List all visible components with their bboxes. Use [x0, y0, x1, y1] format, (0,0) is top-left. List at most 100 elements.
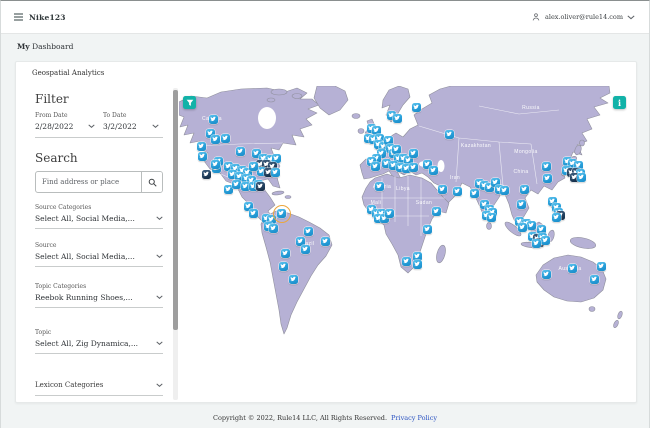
from-date-label: From Date	[35, 112, 68, 119]
topic-categories-select[interactable]: Topic Categories Reebok Running Shoes,..…	[35, 283, 163, 308]
twitter-bird-icon	[270, 225, 276, 231]
map-info-button[interactable]: i	[613, 96, 626, 109]
map-marker[interactable]	[422, 224, 432, 234]
map-marker[interactable]	[255, 181, 265, 191]
map-marker[interactable]	[499, 185, 509, 195]
map-marker[interactable]	[208, 114, 218, 124]
user-menu[interactable]: alex.oliver@rule14.com	[531, 1, 635, 33]
chevron-down-icon	[156, 254, 163, 259]
map-marker[interactable]	[540, 235, 550, 245]
twitter-bird-icon	[553, 214, 559, 220]
map-marker[interactable]	[469, 188, 479, 198]
map-marker[interactable]	[278, 261, 288, 271]
topic-value: Select All, Zig Dynamica,...	[35, 339, 139, 348]
from-date-select[interactable]: From Date 2/28/2022	[35, 112, 95, 131]
map-marker[interactable]	[384, 208, 394, 218]
map-marker[interactable]	[280, 248, 290, 258]
map-marker[interactable]	[589, 274, 599, 284]
map-marker[interactable]	[391, 144, 401, 154]
map-marker[interactable]	[231, 179, 241, 189]
map-marker[interactable]	[526, 220, 536, 230]
map-marker[interactable]	[300, 244, 310, 254]
map-marker[interactable]	[541, 269, 551, 279]
search-button[interactable]	[141, 172, 162, 192]
map-marker[interactable]	[452, 186, 462, 196]
map-marker[interactable]	[541, 161, 551, 171]
map-marker[interactable]	[567, 263, 577, 273]
twitter-bird-icon	[424, 226, 430, 232]
map-marker[interactable]	[551, 212, 561, 222]
sidebar-scrollbar-thumb[interactable]	[173, 90, 178, 330]
map-filter-button[interactable]	[183, 96, 196, 109]
map-marker[interactable]	[576, 172, 586, 182]
twitter-bird-icon	[518, 201, 524, 207]
map-marker[interactable]	[408, 162, 418, 172]
map-marker[interactable]	[248, 208, 258, 218]
map-marker[interactable]	[196, 141, 206, 151]
topic-select[interactable]: Topic Select All, Zig Dynamica,...	[35, 329, 163, 354]
map-marker[interactable]	[268, 223, 278, 233]
map-marker[interactable]	[428, 165, 438, 175]
twitter-bird-icon	[278, 210, 284, 216]
lexicon-categories-accordion[interactable]: Lexicon Categories	[35, 381, 163, 396]
map-marker[interactable]	[444, 129, 454, 139]
chevron-down-icon	[156, 295, 163, 300]
top-header: Nike123 alex.oliver@rule14.com	[1, 1, 649, 34]
map-marker[interactable]	[596, 261, 606, 271]
map-marker[interactable]	[408, 148, 418, 158]
map-marker[interactable]	[431, 206, 441, 216]
twitter-bird-icon	[501, 187, 507, 193]
map-marker[interactable]	[516, 199, 526, 209]
lexicon-categories-label: Lexicon Categories	[35, 381, 104, 389]
map-marker[interactable]	[210, 134, 220, 144]
map-marker[interactable]	[401, 256, 411, 266]
map-marker[interactable]	[486, 212, 496, 222]
map-marker[interactable]	[320, 236, 330, 246]
world-map[interactable]: CanadaRussiaKazakhstanMongoliaChinaIranA…	[179, 86, 627, 399]
map-marker[interactable]	[197, 151, 207, 161]
twitter-bird-icon	[519, 224, 525, 230]
map-marker[interactable]	[235, 146, 245, 156]
source-categories-select[interactable]: Source Categories Select All, Social Med…	[35, 204, 163, 229]
twitter-bird-icon	[543, 271, 549, 277]
topic-categories-label: Topic Categories	[35, 283, 87, 290]
twitter-bird-icon	[433, 208, 439, 214]
twitter-bird-icon	[372, 163, 378, 169]
source-select[interactable]: Source Select All, Social Media,...	[35, 242, 163, 267]
page-title: Geospatial Analytics	[32, 69, 105, 77]
map-marker[interactable]	[531, 238, 541, 248]
twitter-bird-icon	[403, 258, 409, 264]
to-date-select[interactable]: To Date 3/2/2022	[103, 112, 159, 131]
map-marker[interactable]	[392, 113, 402, 123]
chevron-down-icon	[156, 341, 163, 346]
map-marker[interactable]	[272, 204, 291, 223]
map-marker[interactable]	[303, 226, 313, 236]
twitter-bird-icon	[446, 131, 452, 137]
privacy-policy-link[interactable]: Privacy Policy	[391, 414, 437, 422]
twitter-bird-icon	[385, 137, 391, 143]
chevron-down-icon	[156, 216, 163, 221]
map-marker[interactable]	[210, 159, 220, 169]
map-marker[interactable]	[411, 102, 421, 112]
twitter-bird-icon	[521, 186, 527, 192]
search-input[interactable]	[36, 172, 141, 192]
map-marker[interactable]	[248, 161, 258, 171]
map-marker[interactable]	[437, 184, 447, 194]
menu-hamburger-icon[interactable]	[14, 13, 23, 21]
map-marker[interactable]	[374, 181, 384, 191]
map-marker[interactable]	[370, 161, 380, 171]
source-label: Source	[35, 242, 57, 249]
map-marker[interactable]	[517, 222, 527, 232]
chevron-down-icon	[156, 383, 163, 387]
map-marker[interactable]	[412, 259, 422, 269]
map-marker[interactable]	[220, 133, 230, 143]
map-marker[interactable]	[201, 169, 211, 179]
map-marker[interactable]	[270, 167, 280, 177]
page-footer: Copyright © 2022, Rule14 LLC, All Rights…	[1, 414, 649, 422]
twitter-bird-icon	[413, 104, 419, 110]
map-marker[interactable]	[519, 184, 529, 194]
sidebar-scrollbar[interactable]	[173, 88, 178, 400]
map-marker[interactable]	[542, 173, 552, 183]
map-markers	[179, 86, 627, 399]
map-marker[interactable]	[288, 274, 298, 284]
